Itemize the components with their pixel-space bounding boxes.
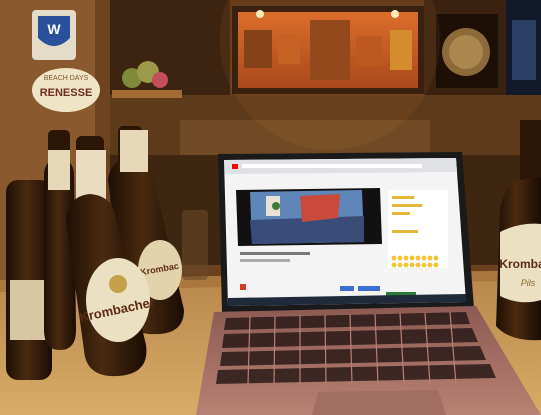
renesse-sign-main: RENESSE — [40, 87, 93, 99]
bottle-right-brand: Kromba — [499, 257, 541, 271]
youtube-logo-icon — [232, 164, 238, 169]
renesse-sign-top: BEACH DAYS — [44, 75, 89, 82]
renesse-sign: BEACH DAYS RENESSE — [32, 68, 100, 112]
join-button[interactable] — [358, 286, 380, 291]
crest-letter: W — [47, 21, 61, 37]
trackpad[interactable] — [312, 390, 446, 415]
bar-scene-photo: W BEACH DAYS RENESSE Krombac Krombacher — [0, 0, 541, 415]
channel-avatar[interactable] — [240, 284, 246, 290]
address-bar[interactable] — [242, 164, 422, 168]
crest-sign: W — [32, 10, 76, 60]
bottle-right-sub: Pils — [521, 278, 536, 288]
subscribe-button[interactable] — [340, 286, 354, 291]
